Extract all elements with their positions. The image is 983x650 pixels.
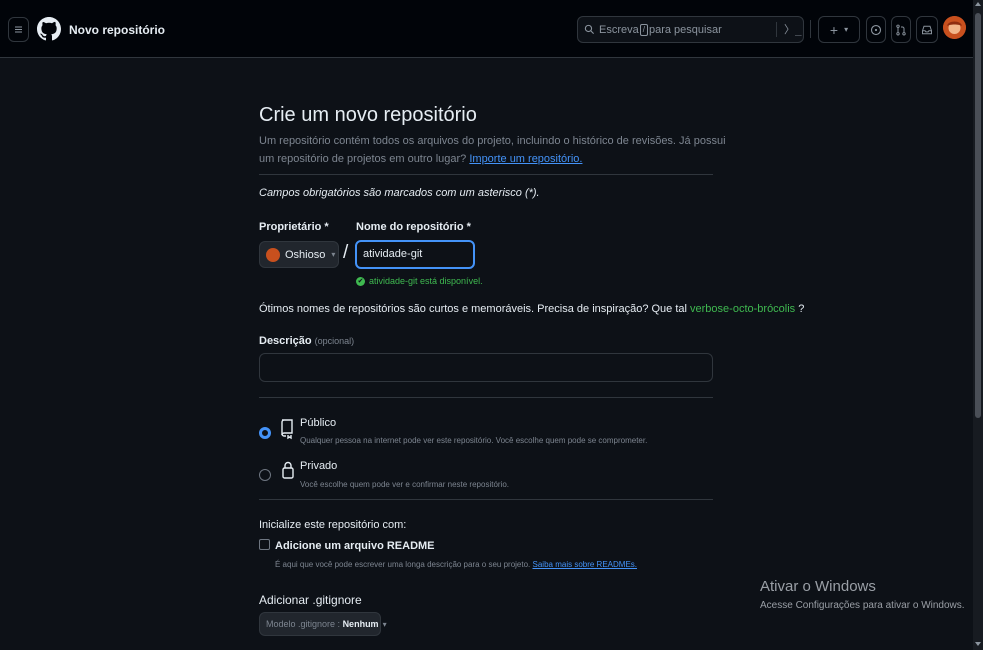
readme-label[interactable]: Adicione um arquivo README <box>275 540 435 552</box>
page-scrollbar[interactable] <box>973 0 983 650</box>
search-icon <box>584 24 595 35</box>
import-repo-link[interactable]: Importe um repositório. <box>469 153 582 165</box>
owner-repo-slash: / <box>343 242 349 263</box>
search-shortcut-key: / <box>639 23 648 36</box>
watermark-subtitle: Acesse Configurações para ativar o Windo… <box>760 600 965 611</box>
availability-message: ✔ atividade-git está disponível. <box>356 276 483 286</box>
repo-name-label: Nome do repositório * <box>356 221 471 233</box>
private-title: Privado <box>300 460 338 472</box>
command-palette-icon[interactable]: 〉_ <box>784 21 802 37</box>
divider <box>259 499 713 500</box>
inbox-button[interactable] <box>916 16 938 43</box>
windows-activation-watermark: Ativar o Windows Acesse Configurações pa… <box>760 578 965 611</box>
public-subtitle: Qualquer pessoa na internet pode ver est… <box>300 436 648 445</box>
owner-label: Proprietário * <box>259 221 329 233</box>
plus-icon: + <box>829 21 839 38</box>
public-title: Público <box>300 417 337 429</box>
header-separator <box>810 20 811 38</box>
suggested-name-link[interactable]: verbose-octo-brócolis <box>690 303 795 315</box>
owner-value: Oshioso <box>285 248 326 261</box>
create-new-button[interactable]: + ▾ <box>818 16 860 43</box>
owner-select[interactable]: Oshioso ▾ <box>259 241 339 268</box>
menu-icon[interactable] <box>8 17 29 42</box>
pull-request-icon <box>896 24 906 35</box>
readme-learn-more-link[interactable]: Saiba mais sobre READMEs. <box>533 560 637 569</box>
gitignore-template-select[interactable]: Modelo .gitignore : Nenhum ▾ <box>259 612 387 636</box>
top-header: Novo repositório Escreva / para pesquisa… <box>0 0 973 58</box>
chevron-down-icon: ▾ <box>382 619 387 629</box>
private-radio[interactable] <box>259 469 271 481</box>
required-fields-note: Campos obrigatórios são marcados com um … <box>259 187 540 199</box>
check-circle-icon: ✔ <box>356 276 365 286</box>
chevron-down-icon: ▾ <box>844 25 849 34</box>
lock-icon <box>282 461 294 479</box>
public-radio[interactable] <box>259 427 271 439</box>
name-suggestion: Ótimos nomes de repositórios são curtos … <box>259 303 805 315</box>
owner-avatar <box>266 247 280 262</box>
watermark-title: Ativar o Windows <box>760 578 876 595</box>
user-avatar[interactable] <box>943 16 966 39</box>
readme-description: É aqui que você pode escrever uma longa … <box>275 560 637 569</box>
divider <box>259 174 713 175</box>
scroll-down-arrow-icon[interactable] <box>975 642 981 646</box>
search-divider <box>776 22 777 37</box>
readme-checkbox[interactable] <box>259 539 270 550</box>
description-label: Descrição (opcional) <box>259 335 355 347</box>
pull-requests-button[interactable] <box>891 16 911 43</box>
github-logo-icon[interactable] <box>37 17 61 41</box>
search-placeholder-before: Escreva <box>599 23 639 36</box>
page-title: Crie um novo repositório <box>259 104 477 126</box>
private-subtitle: Você escolhe quem pode ver e confirmar n… <box>300 480 510 489</box>
repo-icon <box>281 419 293 440</box>
divider <box>259 397 713 398</box>
init-label: Inicialize este repositório com: <box>259 519 407 531</box>
chevron-down-icon: ▾ <box>331 250 336 259</box>
scroll-up-arrow-icon[interactable] <box>975 2 981 6</box>
scrollbar-thumb[interactable] <box>975 13 981 418</box>
search-input[interactable]: Escreva / para pesquisar 〉_ <box>577 16 804 43</box>
search-placeholder-after: para pesquisar <box>648 23 722 36</box>
page-description: Um repositório contém todos os arquivos … <box>259 135 726 165</box>
description-input[interactable] <box>259 353 713 382</box>
context-title[interactable]: Novo repositório <box>69 23 165 37</box>
issues-icon <box>870 24 882 35</box>
inbox-icon <box>922 25 932 34</box>
repo-name-input[interactable]: atividade-git <box>355 240 475 269</box>
gitignore-label: Adicionar .gitignore <box>259 593 362 607</box>
issues-button[interactable] <box>866 16 886 43</box>
